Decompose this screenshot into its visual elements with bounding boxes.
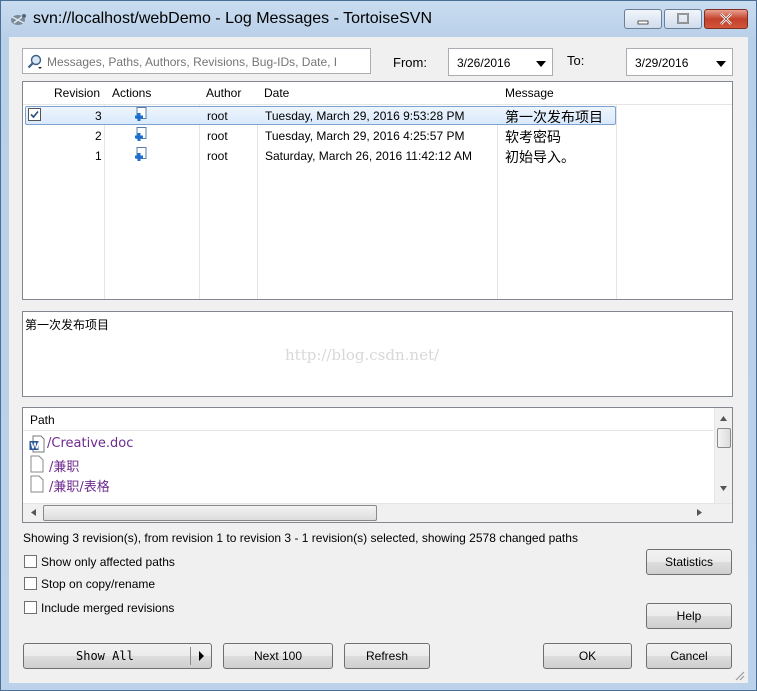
column-header-author[interactable]: Author <box>206 86 241 100</box>
author-cell: root <box>207 109 228 123</box>
scroll-right-icon <box>697 509 702 516</box>
from-label: From: <box>393 55 427 70</box>
scroll-up-icon <box>720 416 727 421</box>
include-merged-checkbox[interactable] <box>24 601 37 614</box>
message-cell: 第一次发布项目 <box>505 110 603 126</box>
message-textbox[interactable]: 第一次发布项目 http://blog.csdn.net/ <box>22 311 733 397</box>
message-cell: 软考密码 <box>505 130 561 146</box>
file-icon <box>30 455 44 473</box>
status-text: Showing 3 revision(s), from revision 1 t… <box>23 531 578 545</box>
file-icon <box>30 475 44 493</box>
stop-on-copy-label[interactable]: Stop on copy/rename <box>41 577 155 591</box>
chevron-down-icon <box>536 61 546 67</box>
added-icon <box>135 107 147 121</box>
horizontal-scrollbar[interactable] <box>23 503 732 522</box>
message-cell: 初始导入。 <box>505 150 575 166</box>
window-title: svn://localhost/webDemo - Log Messages -… <box>33 10 432 27</box>
show-affected-paths-checkbox[interactable] <box>24 555 37 568</box>
path-column-header[interactable]: Path <box>23 408 713 431</box>
check-icon <box>30 110 39 119</box>
revision-list[interactable]: Revision Actions Author Date Message 3 r… <box>22 81 733 300</box>
revision-cell: 2 <box>95 129 102 143</box>
date-cell: Tuesday, March 29, 2016 4:25:57 PM <box>265 129 465 143</box>
to-date-value: 3/29/2016 <box>635 56 689 70</box>
added-icon <box>135 147 147 161</box>
help-button[interactable]: Help <box>646 603 732 629</box>
show-affected-paths-label[interactable]: Show only affected paths <box>41 555 175 569</box>
svg-text:W: W <box>31 442 40 451</box>
search-box[interactable] <box>22 48 371 74</box>
to-date-picker[interactable]: 3/29/2016 <box>626 48 733 76</box>
title-bar[interactable]: svn://localhost/webDemo - Log Messages -… <box>1 1 756 37</box>
scroll-left-icon <box>31 509 36 516</box>
scroll-thumb[interactable] <box>43 505 377 521</box>
revision-cell: 3 <box>95 109 102 123</box>
author-cell: root <box>207 149 228 163</box>
show-all-label: Show All <box>76 649 134 663</box>
refresh-button[interactable]: Refresh <box>344 643 430 669</box>
ok-button[interactable]: OK <box>543 643 632 669</box>
path-header-label: Path <box>30 413 55 427</box>
chevron-down-icon <box>716 61 726 67</box>
minimize-icon <box>637 20 649 25</box>
to-label: To: <box>567 53 585 68</box>
maximize-button[interactable] <box>664 9 702 29</box>
row-checkbox[interactable] <box>28 108 41 121</box>
from-date-picker[interactable]: 3/26/2016 <box>448 48 553 76</box>
cancel-button[interactable]: Cancel <box>646 643 732 669</box>
chevron-right-icon[interactable] <box>196 644 208 668</box>
log-messages-window: svn://localhost/webDemo - Log Messages -… <box>0 0 757 691</box>
word-document-icon: W <box>29 435 45 453</box>
include-merged-label[interactable]: Include merged revisions <box>41 601 174 615</box>
table-row[interactable]: 2 root Tuesday, March 29, 2016 4:25:57 P… <box>23 126 732 146</box>
table-row[interactable]: 1 root Saturday, March 26, 2016 11:42:12… <box>23 146 732 166</box>
column-header-actions[interactable]: Actions <box>112 86 151 100</box>
close-icon <box>720 13 732 25</box>
list-item[interactable]: /兼职/表格 <box>29 474 709 495</box>
list-item[interactable]: /兼职 <box>29 454 709 475</box>
list-item[interactable]: W /Creative.doc <box>29 434 709 454</box>
list-header: Revision Actions Author Date Message <box>23 82 732 105</box>
scroll-down-icon <box>720 486 727 491</box>
scroll-thumb[interactable] <box>717 428 731 448</box>
path-text: /兼职/表格 <box>49 480 110 495</box>
date-cell: Saturday, March 26, 2016 11:42:12 AM <box>265 149 473 163</box>
from-date-value: 3/26/2016 <box>457 56 511 70</box>
added-icon <box>135 127 147 141</box>
column-header-message[interactable]: Message <box>505 86 554 100</box>
statistics-button[interactable]: Statistics <box>646 549 732 575</box>
path-text: /兼职 <box>49 460 80 475</box>
maximize-icon <box>677 13 689 24</box>
table-row[interactable]: 3 root Tuesday, March 29, 2016 9:53:28 P… <box>23 106 732 126</box>
revision-cell: 1 <box>95 149 102 163</box>
message-text: 第一次发布项目 <box>25 318 110 332</box>
watermark-text: http://blog.csdn.net/ <box>285 346 440 364</box>
search-input[interactable] <box>45 52 369 72</box>
close-button[interactable] <box>704 9 748 29</box>
tortoisesvn-icon <box>11 14 26 25</box>
column-header-revision[interactable]: Revision <box>54 86 100 100</box>
path-text: /Creative.doc <box>47 436 134 451</box>
vertical-scrollbar[interactable] <box>714 408 732 504</box>
dialog-client-area: From: 3/26/2016 To: 3/29/2016 Revision A… <box>9 37 748 683</box>
resize-grip-icon[interactable] <box>733 669 745 681</box>
next-100-button[interactable]: Next 100 <box>223 643 333 669</box>
stop-on-copy-checkbox[interactable] <box>24 577 37 590</box>
split-divider <box>190 647 191 665</box>
minimize-button[interactable] <box>624 9 662 29</box>
column-header-date[interactable]: Date <box>264 86 289 100</box>
date-cell: Tuesday, March 29, 2016 9:53:28 PM <box>265 109 465 123</box>
changed-paths-list[interactable]: Path W /Creative.doc /兼职 /兼职/表格 <box>22 407 733 523</box>
show-all-button[interactable]: Show All <box>23 643 212 669</box>
author-cell: root <box>207 129 228 143</box>
search-icon <box>27 54 42 69</box>
